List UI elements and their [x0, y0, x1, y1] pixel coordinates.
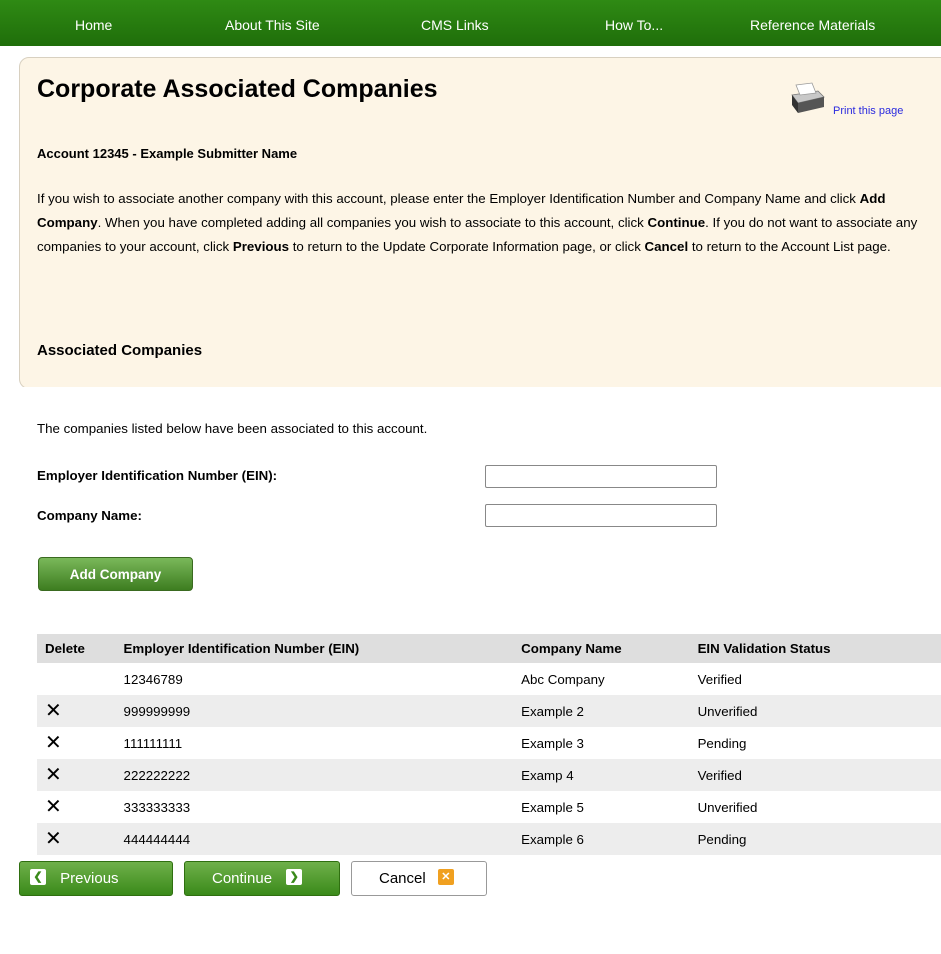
table-row: ✕ 444444444 Example 6 Pending [37, 823, 941, 855]
delete-cell: ✕ [37, 695, 116, 727]
delete-x-icon[interactable]: ✕ [45, 828, 62, 850]
cell-status: Unverified [689, 695, 941, 727]
delete-cell: ✕ [37, 727, 116, 759]
chevron-left-icon: ❮ [30, 869, 46, 886]
table-header-row: Delete Employer Identification Number (E… [37, 634, 941, 663]
delete-x-icon[interactable]: ✕ [45, 700, 62, 722]
account-line: Account 12345 - Example Submitter Name [37, 146, 298, 161]
delete-cell: ✕ [37, 791, 116, 823]
ein-label: Employer Identification Number (EIN): [37, 468, 278, 483]
company-name-label: Company Name: [37, 508, 142, 523]
chevron-right-icon: ❯ [286, 869, 303, 886]
company-name-input[interactable] [485, 504, 717, 527]
ein-input[interactable] [485, 465, 717, 488]
header-company-name: Company Name [513, 634, 690, 663]
associated-companies-heading: Associated Companies [37, 342, 203, 359]
nav-about[interactable]: About This Site [225, 17, 320, 33]
header-validation-status: EIN Validation Status [689, 634, 941, 663]
cancel-button[interactable]: Cancel ✕ [351, 861, 487, 896]
nav-home[interactable]: Home [75, 17, 112, 33]
table-row: ✕ 333333333 Example 5 Unverified [37, 791, 941, 823]
delete-x-icon[interactable]: ✕ [45, 796, 62, 818]
nav-reference-materials[interactable]: Reference Materials [750, 17, 875, 33]
cell-ein: 333333333 [123, 799, 191, 815]
nav-cms-links[interactable]: CMS Links [421, 17, 489, 33]
cell-name: Example 3 [521, 735, 584, 751]
add-company-button[interactable]: Add Company [38, 557, 193, 591]
delete-x-icon[interactable]: ✕ [45, 764, 62, 786]
close-icon: ✕ [437, 869, 454, 886]
printer-icon[interactable] [784, 81, 826, 115]
cell-status: Verified [689, 759, 941, 791]
table-row: ✕ 999999999 Example 2 Unverified [37, 695, 941, 727]
associated-note: The companies listed below have been ass… [37, 421, 428, 436]
cell-status: Unverified [697, 799, 758, 815]
delete-cell: ✕ [37, 823, 116, 855]
continue-label: Continue [212, 870, 273, 887]
associated-companies-table: Delete Employer Identification Number (E… [37, 634, 941, 855]
page-title: Corporate Associated Companies [37, 75, 438, 103]
cell-name: Example 6 [513, 823, 690, 855]
cell-name: Example 5 [521, 799, 584, 815]
cell-name: Examp 4 [513, 759, 690, 791]
table-row: ✕ 111111111 Example 3 Pending [37, 727, 941, 759]
cell-ein: 12346789 [123, 671, 183, 687]
header-ein: Employer Identification Number (EIN) [115, 634, 514, 663]
cancel-label: Cancel [379, 870, 426, 887]
cell-name: Abc Company [521, 671, 605, 687]
cell-status: Verified [697, 671, 742, 687]
previous-label: Previous [60, 870, 119, 887]
top-navigation-bar: Home About This Site CMS Links How To...… [0, 0, 941, 46]
table-row: ✕ 222222222 Examp 4 Verified [37, 759, 941, 791]
print-page-link[interactable]: Print this page [833, 105, 903, 117]
nav-how-to[interactable]: How To... [605, 17, 663, 33]
previous-button[interactable]: ❮ Previous [19, 861, 173, 896]
delete-cell: ✕ [37, 759, 116, 791]
header-delete: Delete [37, 634, 116, 663]
cell-status: Pending [689, 823, 941, 855]
delete-x-icon[interactable]: ✕ [45, 732, 62, 754]
delete-cell [37, 663, 116, 695]
cell-ein: 444444444 [115, 823, 514, 855]
cell-status: Pending [697, 735, 747, 751]
cell-ein: 111111111 [123, 735, 183, 751]
instructions-text: If you wish to associate another company… [37, 191, 918, 254]
cell-ein: 222222222 [115, 759, 514, 791]
cell-name: Example 2 [513, 695, 690, 727]
table-row: 12346789 Abc Company Verified [37, 663, 941, 695]
continue-button[interactable]: Continue ❯ [184, 861, 340, 896]
cell-ein: 999999999 [115, 695, 514, 727]
